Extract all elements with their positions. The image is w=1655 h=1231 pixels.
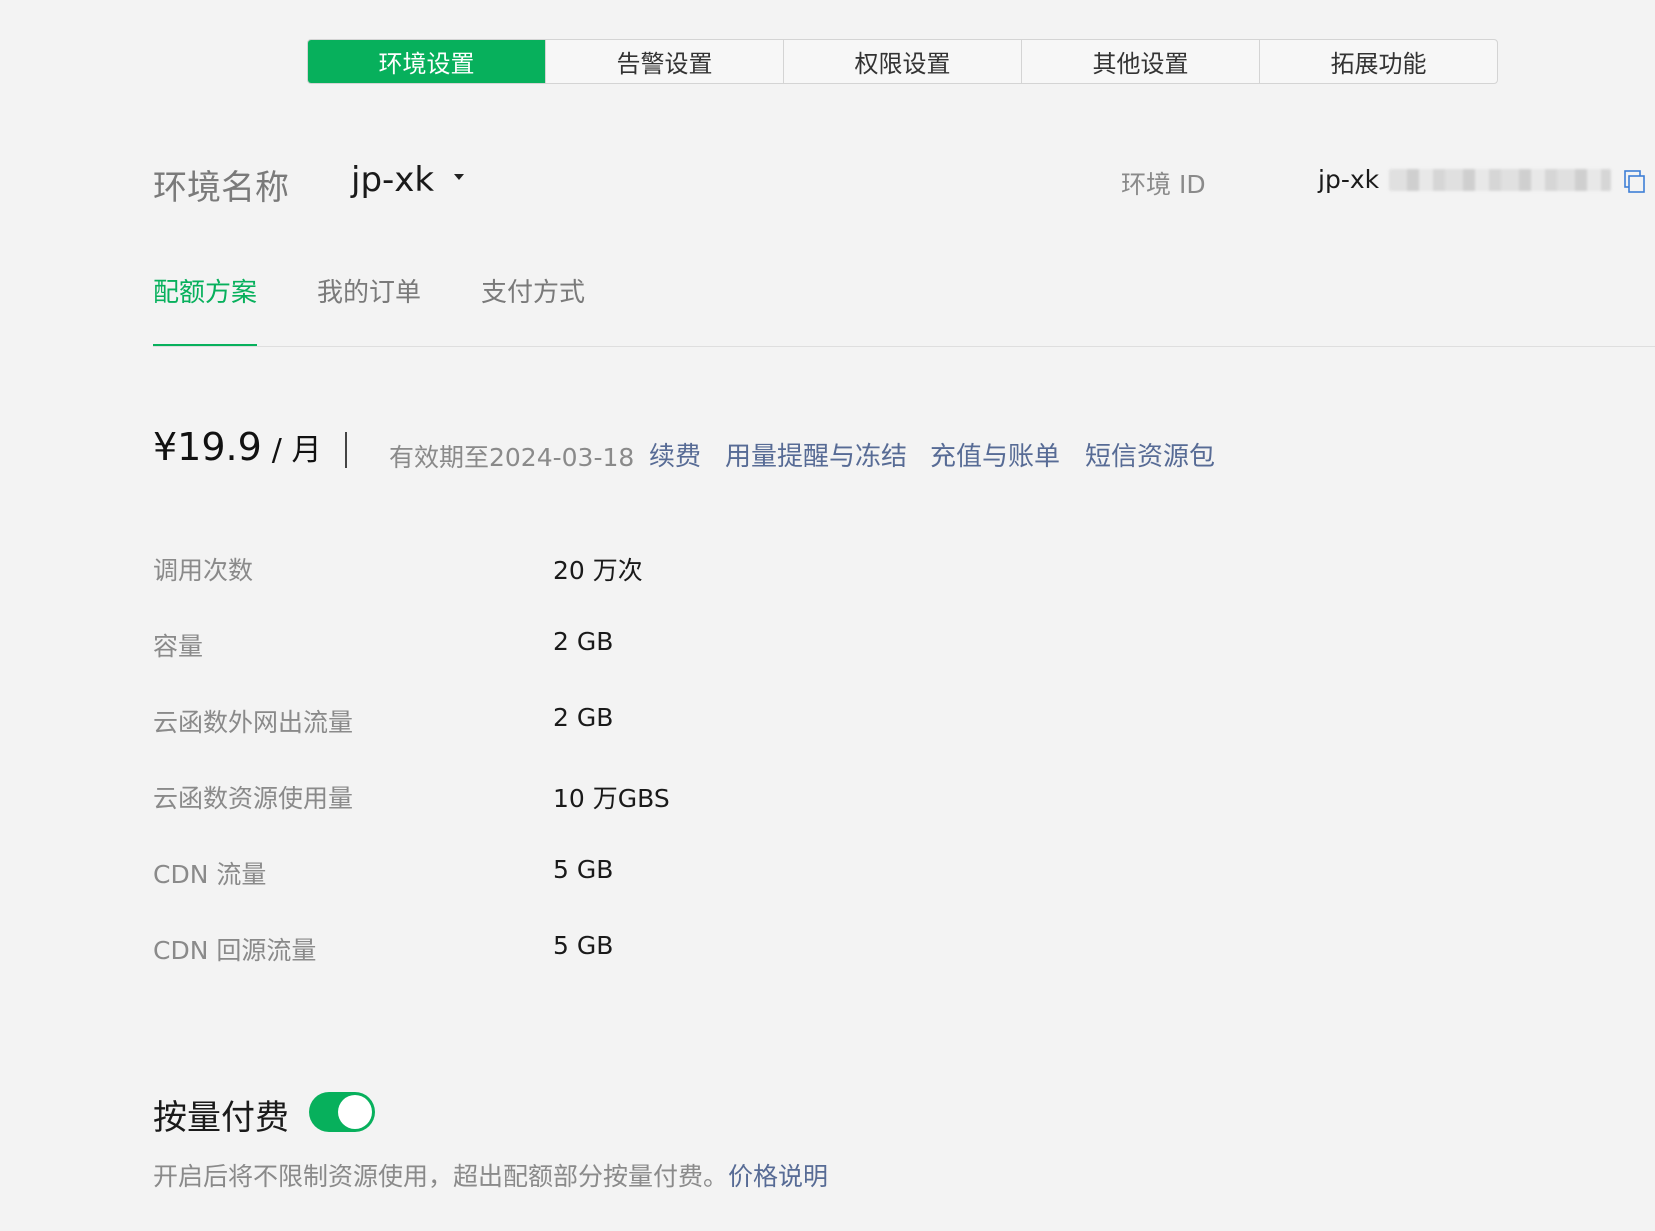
tab-payment-method[interactable]: 支付方式 — [481, 272, 585, 346]
quota-value: 2 GB — [553, 703, 614, 732]
payg-title: 按量付费 — [153, 1098, 289, 1138]
quota-row: CDN 回源流量 5 GB — [153, 931, 1053, 971]
sms-package-link[interactable]: 短信资源包 — [1085, 436, 1215, 473]
quota-value: 20 万次 — [553, 556, 643, 585]
env-id-prefix: jp-xk — [1318, 165, 1380, 194]
quota-label: CDN 回源流量 — [153, 936, 317, 965]
env-name-value: jp-xk — [351, 160, 435, 200]
payg-description-text: 开启后将不限制资源使用，超出配额部分按量付费。 — [153, 1162, 729, 1191]
tab-env-settings[interactable]: 环境设置 — [308, 40, 545, 83]
top-tab-bar: 环境设置 告警设置 权限设置 其他设置 拓展功能 — [307, 39, 1498, 84]
quota-row: 云函数资源使用量 10 万GBS — [153, 779, 1053, 819]
caret-down-icon — [454, 174, 465, 180]
quota-value: 2 GB — [553, 627, 614, 656]
payg-toggle[interactable] — [309, 1092, 375, 1132]
tab-other-settings[interactable]: 其他设置 — [1021, 40, 1259, 83]
quota-row: 云函数外网出流量 2 GB — [153, 703, 1053, 743]
env-name-label: 环境名称 — [153, 168, 289, 208]
quota-label: 云函数资源使用量 — [153, 784, 354, 813]
tab-extensions[interactable]: 拓展功能 — [1259, 40, 1497, 83]
quota-label: 云函数外网出流量 — [153, 708, 354, 737]
price-amount: ¥19.9 — [153, 425, 262, 469]
quota-label: CDN 流量 — [153, 860, 267, 889]
toggle-knob — [338, 1095, 372, 1129]
env-id-value: jp-xk — [1318, 165, 1612, 194]
validity-date: 有效期至2024-03-18 — [389, 443, 635, 472]
quota-row: 调用次数 20 万次 — [153, 551, 1053, 591]
payg-description: 开启后将不限制资源使用，超出配额部分按量付费。价格说明 — [153, 1157, 828, 1193]
divider — [345, 432, 347, 468]
quota-label: 容量 — [153, 632, 204, 661]
quota-value: 5 GB — [553, 931, 614, 960]
copy-icon[interactable] — [1624, 170, 1646, 194]
plan-price: ¥19.9 / 月 — [153, 425, 321, 469]
tab-permission-settings[interactable]: 权限设置 — [783, 40, 1021, 83]
price-unit: / 月 — [271, 433, 322, 468]
quota-value: 5 GB — [553, 855, 614, 884]
renew-link[interactable]: 续费 — [649, 436, 701, 473]
tab-alert-settings[interactable]: 告警设置 — [545, 40, 783, 83]
env-id-label: 环境 ID — [1121, 170, 1206, 199]
quota-row: 容量 2 GB — [153, 627, 1053, 667]
quota-label: 调用次数 — [153, 556, 254, 585]
usage-alert-link[interactable]: 用量提醒与冻结 — [725, 436, 907, 473]
quota-value: 10 万GBS — [553, 784, 670, 813]
quota-row: CDN 流量 5 GB — [153, 855, 1053, 895]
tab-my-orders[interactable]: 我的订单 — [317, 272, 421, 346]
sub-tab-bar: 配额方案 我的订单 支付方式 — [153, 272, 1655, 347]
env-name-dropdown[interactable]: jp-xk — [351, 160, 465, 200]
pricing-info-link[interactable]: 价格说明 — [728, 1162, 828, 1191]
tab-quota-plan[interactable]: 配额方案 — [153, 272, 258, 346]
recharge-bill-link[interactable]: 充值与账单 — [930, 436, 1060, 473]
env-id-masked — [1389, 168, 1612, 191]
